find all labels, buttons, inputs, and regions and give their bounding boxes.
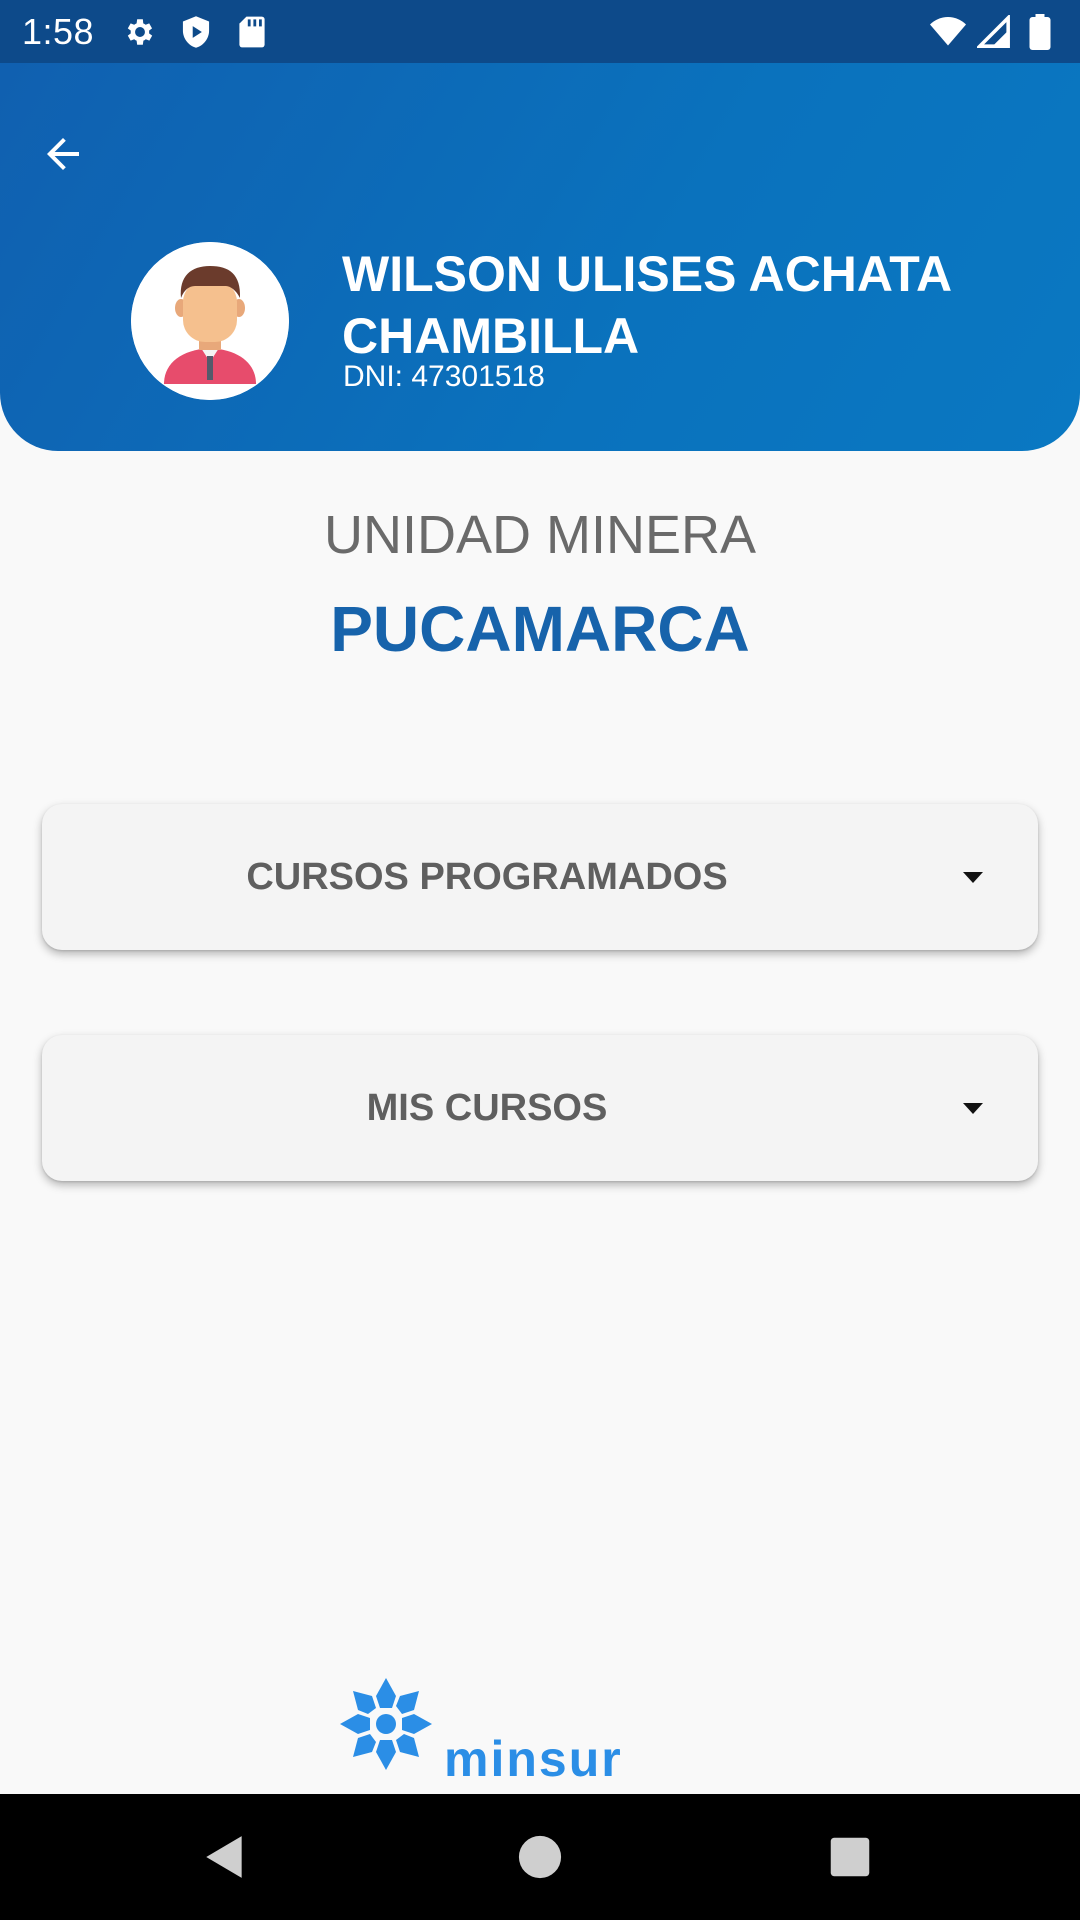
user-avatar-icon: [131, 242, 289, 400]
status-time: 1:58: [22, 10, 95, 52]
android-nav-bar: [0, 1794, 1080, 1920]
home-circle-icon: [518, 1835, 562, 1879]
nav-home-button[interactable]: [507, 1824, 573, 1890]
snowflake-logo-icon: [340, 1678, 432, 1770]
mis-cursos-card[interactable]: MIS CURSOS: [42, 1035, 1038, 1181]
user-name: WILSON ULISES ACHATA CHAMBILLA: [342, 246, 951, 364]
wifi-icon: [930, 14, 966, 50]
caret-down-icon: [962, 1095, 984, 1121]
sd-card-icon: [234, 14, 270, 50]
nav-back-button[interactable]: [192, 1824, 258, 1890]
battery-icon: [1022, 13, 1058, 50]
caret-down-icon: [962, 864, 984, 890]
logo-text: minsur: [444, 1731, 623, 1787]
signal-icon: [976, 14, 1012, 50]
mis-cursos-label: MIS CURSOS: [366, 1086, 608, 1129]
arrow-left-icon: [47, 138, 79, 170]
cursos-programados-card[interactable]: CURSOS PROGRAMADOS: [42, 804, 1038, 950]
status-bar: 1:58: [0, 0, 1080, 63]
nav-recents-button[interactable]: [817, 1824, 883, 1890]
shield-play-icon: [178, 14, 214, 50]
back-triangle-icon: [206, 1836, 242, 1878]
profile-header: WILSON ULISES ACHATA CHAMBILLA DNI: 4730…: [0, 63, 1080, 451]
gear-icon: [122, 14, 158, 50]
unit-label: UNIDAD MINERA: [323, 505, 757, 565]
recents-square-icon: [830, 1837, 870, 1877]
app-screen: 1:58 WILSON ULISES ACHATA CHAMBILLA DNI:…: [0, 0, 1080, 1920]
back-button[interactable]: [30, 121, 96, 187]
minsur-logo: minsur: [336, 1674, 744, 1787]
user-dni: DNI: 47301518: [343, 360, 545, 393]
unit-name: PUCAMARCA: [330, 593, 750, 665]
avatar: [131, 242, 289, 400]
cursos-programados-label: CURSOS PROGRAMADOS: [246, 855, 728, 898]
status-right-icons: [920, 13, 1058, 50]
